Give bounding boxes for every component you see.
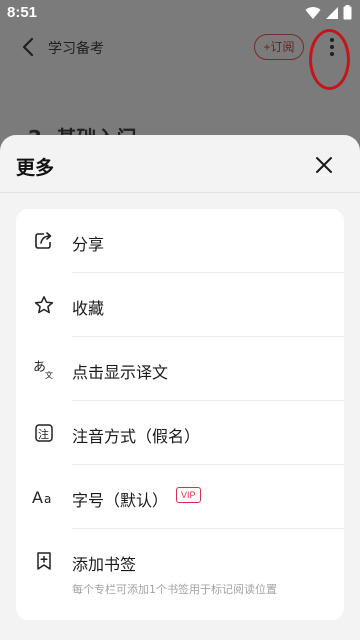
back-arrow-icon[interactable] (18, 36, 40, 58)
battery-icon (343, 5, 352, 20)
menu-item-label: 分享 (72, 235, 105, 254)
menu-item-label: 注音方式（假名） (72, 427, 201, 446)
wifi-icon (305, 6, 321, 19)
phonetic-icon: 注 (32, 421, 56, 445)
add-bookmark-icon (32, 549, 56, 573)
svg-text:文: 文 (45, 370, 53, 380)
star-icon (32, 293, 56, 317)
app-header: 学习备考 +订阅 (0, 26, 360, 70)
highlight-annotation-circle (309, 29, 350, 90)
menu-item-font-size[interactable]: Aa 字号（默认） VIP (16, 465, 344, 529)
sheet-title: 更多 (16, 157, 55, 179)
status-time: 8:51 (7, 4, 38, 21)
page-title: 学习备考 (48, 41, 104, 57)
vip-badge: VIP (176, 487, 201, 503)
share-icon (32, 229, 56, 253)
menu-card: 分享 收藏 あ文 点击显示译文 注 注音方式（假名） A a 字号（默认） VI… (16, 209, 344, 620)
svg-text:注: 注 (38, 427, 49, 441)
menu-item-favorite[interactable]: 收藏 (16, 273, 344, 337)
svg-text:a: a (44, 492, 51, 506)
subscribe-button[interactable]: +订阅 (254, 34, 304, 60)
divider (0, 192, 360, 193)
menu-item-label: 字号（默认） (72, 491, 169, 510)
translate-icon: あ文 (32, 357, 56, 381)
menu-item-share[interactable]: 分享 (16, 209, 344, 273)
close-icon[interactable] (312, 153, 336, 177)
menu-item-label: 点击显示译文 (72, 363, 169, 382)
status-bar: 8:51 (0, 0, 360, 26)
menu-item-label: 添加书签 (72, 555, 137, 574)
menu-item-label: 收藏 (72, 299, 105, 318)
menu-item-phonetic-mode[interactable]: 注 注音方式（假名） (16, 401, 344, 465)
menu-item-add-bookmark[interactable]: 添加书签 每个专栏可添加1个书签用于标记阅读位置 (16, 529, 344, 620)
svg-text:A: A (32, 488, 43, 507)
status-icons (305, 5, 352, 20)
signal-icon (326, 6, 338, 19)
menu-item-show-translation[interactable]: あ文 点击显示译文 (16, 337, 344, 401)
more-options-sheet: 更多 分享 收藏 あ文 点击显示译文 注 注音方式（假名） A a 字号（默认）… (0, 135, 360, 640)
font-size-icon: Aa (32, 485, 56, 509)
bookmark-description: 每个专栏可添加1个书签用于标记阅读位置 (72, 583, 277, 596)
